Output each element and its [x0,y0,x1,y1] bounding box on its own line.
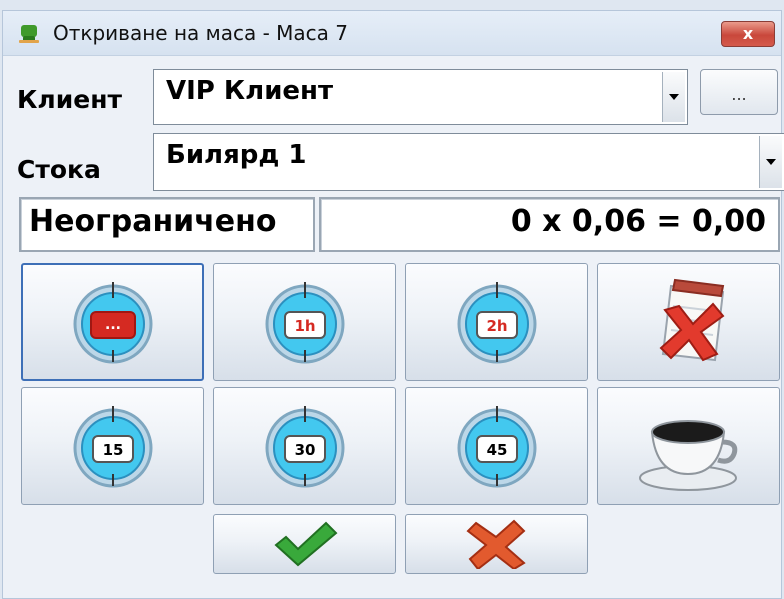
forty-five-minutes-button[interactable]: 45 [405,387,588,505]
fifteen-minutes-label: 15 [102,441,123,459]
product-select[interactable]: Билярд 1 [153,133,784,191]
notepad-x-icon [659,278,724,362]
cancel-button[interactable] [405,514,588,574]
forty-five-minutes-label: 45 [486,441,507,459]
unlimited-button-label: ... [105,317,121,333]
window-title: Откриване на маса - Маса 7 [53,21,349,45]
thirty-minutes-clock-icon: 30 [265,406,344,488]
calculation-field: 0 x 0,06 = 0,00 [319,197,780,252]
client-select[interactable]: VIP Клиент [153,69,688,125]
duration-value: Неограничено [29,204,277,239]
duration-field: Неограничено [19,197,315,252]
two-hours-button[interactable]: 2h [405,263,588,381]
calculation-value: 0 x 0,06 = 0,00 [510,204,766,239]
cancel-order-button[interactable] [597,263,780,381]
thirty-minutes-label: 30 [294,441,315,459]
close-x-icon [465,519,526,569]
two-hours-clock-icon: 2h [457,282,536,364]
product-label: Стока [17,155,101,184]
one-hour-button[interactable]: 1h [213,263,396,381]
coffee-button[interactable] [597,387,780,505]
client-select-value: VIP Клиент [166,76,334,106]
product-select-value: Билярд 1 [166,140,307,170]
app-icon [19,25,39,43]
client-dropdown-arrow-icon[interactable] [662,72,685,122]
product-dropdown-arrow-icon[interactable] [759,136,782,188]
close-button[interactable]: x [721,21,775,47]
forty-five-minutes-clock-icon: 45 [457,406,536,488]
checkmark-icon [273,521,337,567]
one-hour-clock-icon: 1h [265,282,344,364]
client-label: Клиент [17,85,122,114]
one-hour-label: 1h [294,317,315,335]
client-browse-button[interactable]: ... [700,69,778,115]
fifteen-minutes-clock-icon: 15 [73,406,152,488]
coffee-cup-icon [638,420,737,491]
dialog-window: Откриване на маса - Маса 7 x Клиент VIP … [2,10,784,599]
thirty-minutes-button[interactable]: 30 [213,387,396,505]
unlimited-clock-icon: ... [73,282,152,364]
two-hours-label: 2h [486,317,507,335]
fifteen-minutes-button[interactable]: 15 [21,387,204,505]
unlimited-time-button[interactable]: ... [21,263,204,381]
title-bar: Откриване на маса - Маса 7 x [3,11,781,56]
confirm-button[interactable] [213,514,396,574]
